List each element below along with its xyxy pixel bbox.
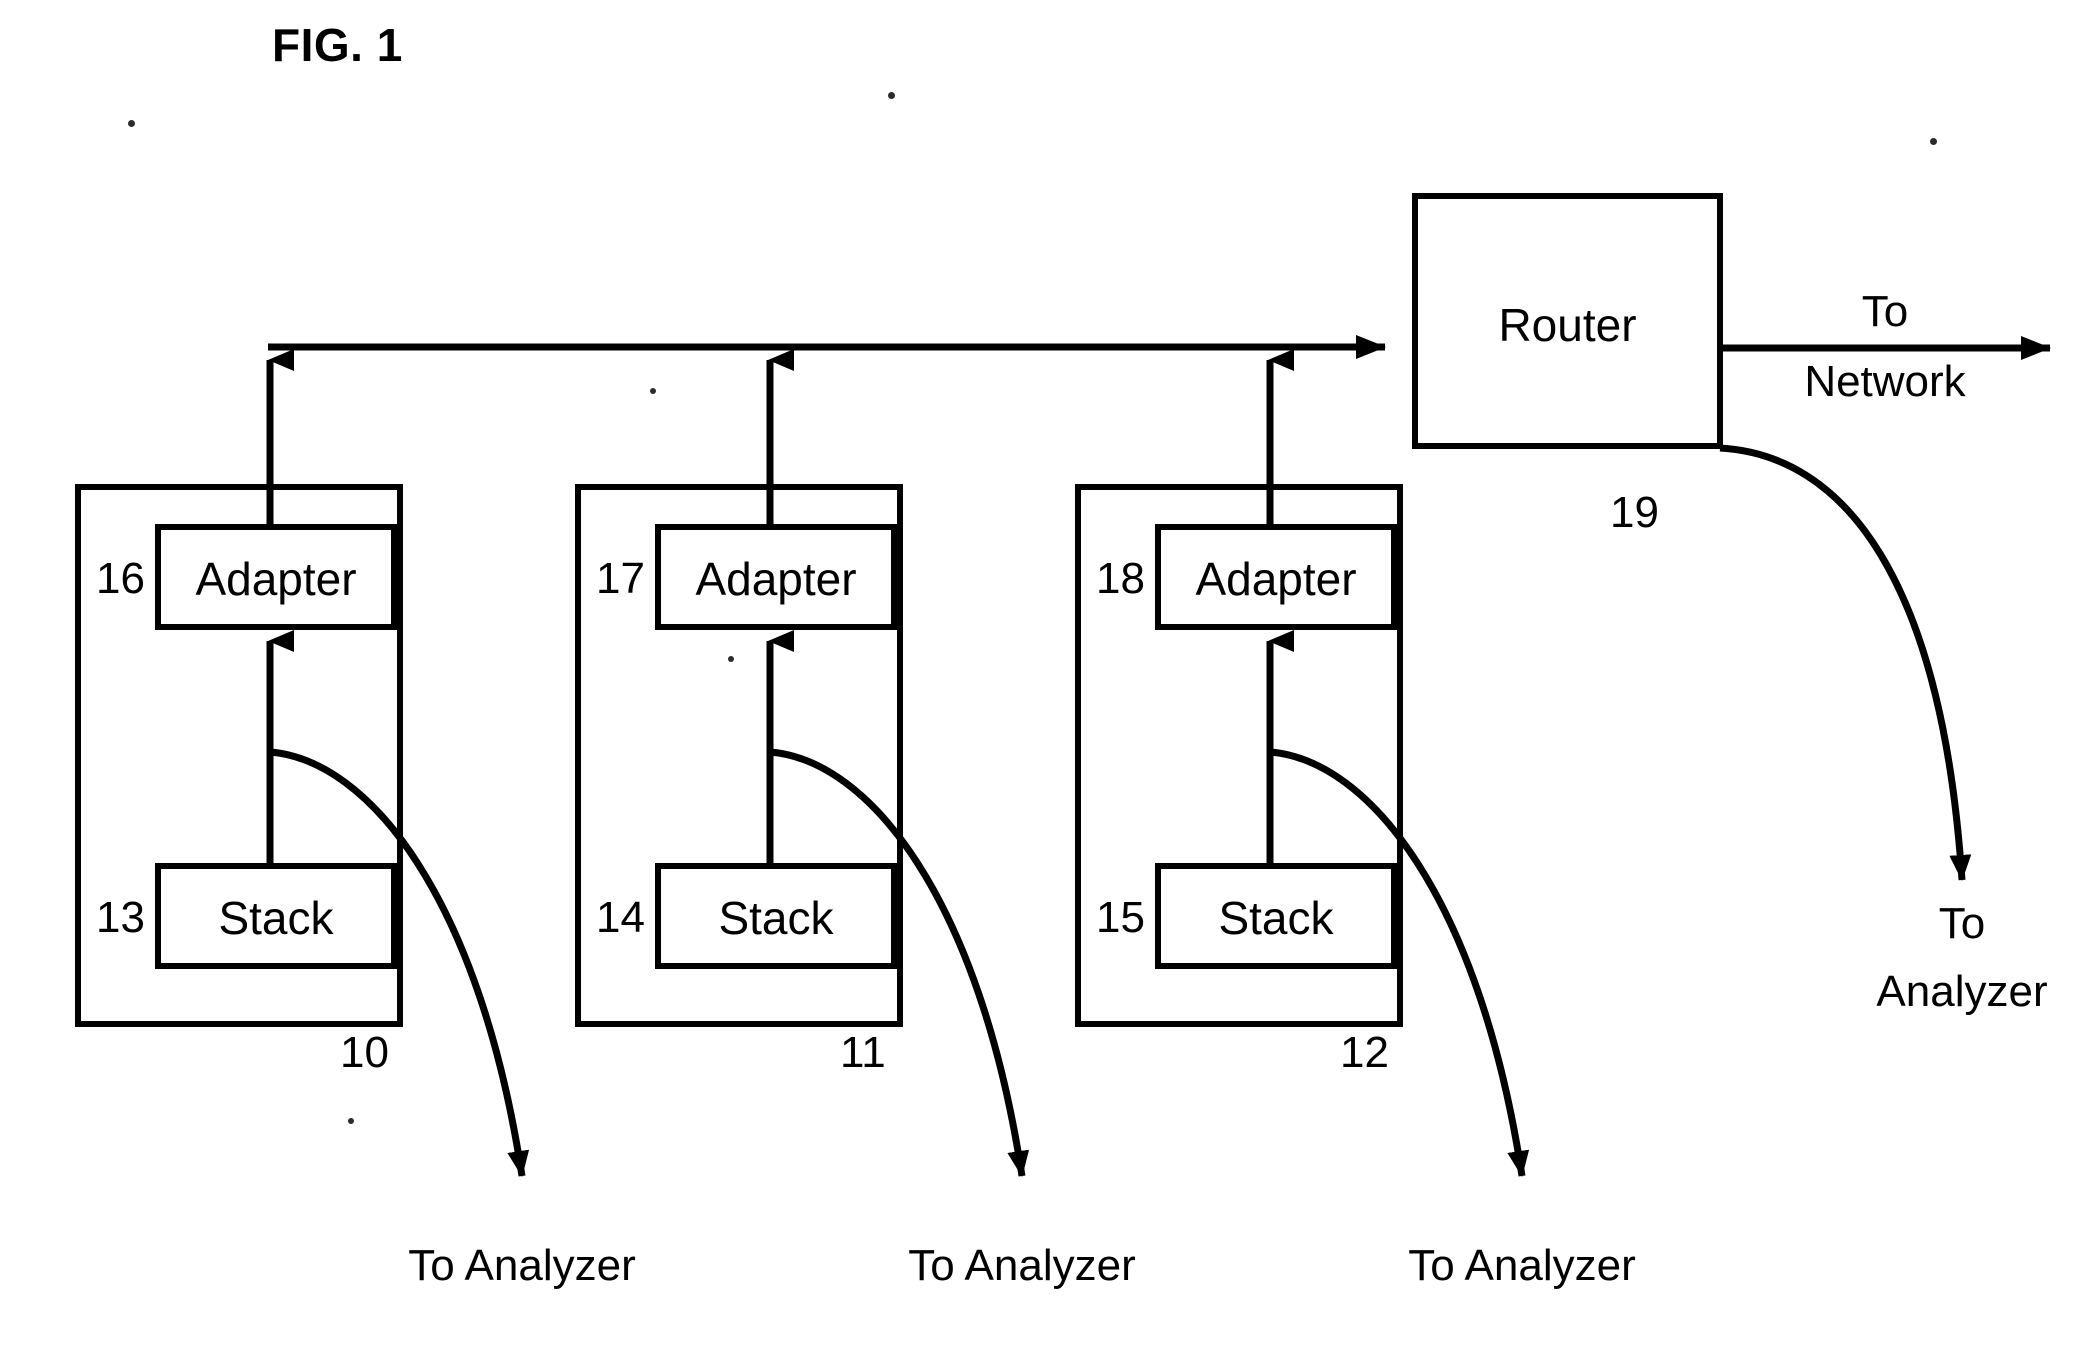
adapter-label-2: Adapter — [695, 553, 857, 605]
adapter-ref-1: 16 — [96, 554, 145, 603]
router-ref: 19 — [1610, 488, 1659, 537]
adapter-label-1: Adapter — [195, 553, 357, 605]
module-ref-2: 11 — [840, 1028, 886, 1077]
scan-speck — [888, 92, 895, 99]
scan-speck — [650, 388, 656, 394]
to-network-label-line2: Network — [1804, 357, 1966, 406]
to-network-label-line1: To — [1861, 287, 1909, 336]
adapter-ref-3: 18 — [1096, 554, 1145, 603]
router-analyzer-tap-curve — [1719, 444, 1972, 881]
stack-ref-1: 13 — [96, 893, 145, 942]
scan-speck — [728, 656, 734, 662]
stack-label-3: Stack — [1218, 892, 1334, 944]
stack-ref-2: 14 — [596, 893, 645, 942]
analyzer-tap-label-1: To Analyzer — [408, 1241, 636, 1290]
scan-speck — [348, 1118, 354, 1124]
diagram-vector-layer — [75, 193, 2051, 1177]
stack-label-1: Stack — [218, 892, 334, 944]
router-analyzer-label-line2: Analyzer — [1876, 967, 2048, 1016]
adapter-label-3: Adapter — [1195, 553, 1357, 605]
router-analyzer-label-line1: To — [1938, 899, 1986, 948]
adapter-ref-2: 17 — [596, 554, 645, 603]
scan-speck — [128, 120, 135, 127]
router-label: Router — [1498, 299, 1637, 351]
module-ref-1: 10 — [340, 1028, 389, 1077]
stack-label-2: Stack — [718, 892, 834, 944]
stack-ref-3: 15 — [1096, 893, 1145, 942]
module-ref-3: 12 — [1340, 1028, 1389, 1077]
patent-figure-canvas: FIG. 1 16 Adapter 13 Stack 10 To Analyze… — [0, 0, 2100, 1345]
analyzer-tap-label-2: To Analyzer — [908, 1241, 1136, 1290]
scan-speck — [1930, 138, 1937, 145]
analyzer-tap-label-3: To Analyzer — [1408, 1241, 1636, 1290]
